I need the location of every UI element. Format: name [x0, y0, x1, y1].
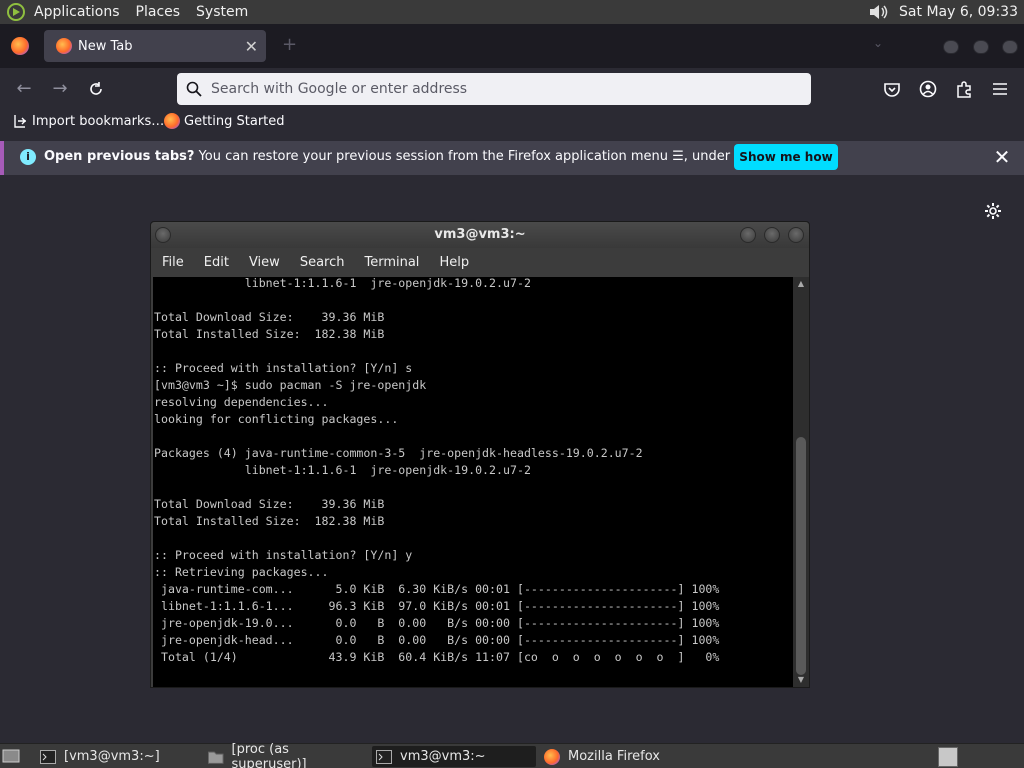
- extensions-icon[interactable]: [955, 80, 973, 98]
- terminal-scrollbar[interactable]: ▲ ▼: [793, 277, 809, 687]
- scroll-down-icon[interactable]: ▼: [796, 675, 806, 685]
- firefox-view-icon[interactable]: [11, 37, 29, 55]
- show-me-how-button[interactable]: Show me how: [734, 144, 838, 170]
- firefox-icon: [164, 113, 180, 129]
- import-bookmarks-item[interactable]: Import bookmarks…: [12, 113, 164, 129]
- hamburger-menu-icon[interactable]: [991, 80, 1009, 98]
- bookmarks-toolbar: Import bookmarks… Getting Started: [0, 110, 1024, 136]
- info-icon: i: [20, 149, 36, 165]
- distro-logo-icon[interactable]: [4, 0, 28, 24]
- terminal-window: vm3@vm3:~ File Edit View Search Terminal…: [150, 221, 810, 688]
- close-tab-icon[interactable]: ✕: [245, 37, 258, 56]
- reload-icon[interactable]: [85, 78, 107, 100]
- maximize-window-button[interactable]: [973, 40, 989, 54]
- menu-places[interactable]: Places: [130, 4, 191, 20]
- forward-arrow-icon[interactable]: →: [49, 78, 71, 100]
- menu-file[interactable]: File: [151, 255, 194, 270]
- scrollbar-thumb[interactable]: [796, 437, 806, 675]
- tab-title: New Tab: [78, 38, 133, 54]
- terminal-text: libnet-1:1.1.6-1 jre-openjdk-19.0.2.u7-2…: [154, 277, 720, 664]
- import-icon: [14, 115, 26, 128]
- menu-edit[interactable]: Edit: [194, 255, 239, 270]
- tab-new-tab[interactable]: New Tab ✕: [44, 30, 266, 62]
- clock[interactable]: Sat May 6, 09:33: [899, 4, 1018, 20]
- scroll-up-icon[interactable]: ▲: [796, 279, 806, 289]
- menu-search[interactable]: Search: [290, 255, 355, 270]
- terminal-close-button[interactable]: [788, 227, 804, 243]
- show-desktop-icon[interactable]: [2, 748, 20, 764]
- folder-icon: [208, 751, 224, 764]
- taskbar-item-terminal-2[interactable]: vm3@vm3:~: [372, 746, 536, 767]
- address-bar[interactable]: [177, 73, 811, 105]
- terminal-icon: [376, 749, 392, 764]
- menu-terminal[interactable]: Terminal: [354, 255, 429, 270]
- notification-message: Open previous tabs? You can restore your…: [44, 149, 783, 164]
- account-icon[interactable]: [919, 80, 937, 98]
- back-arrow-icon[interactable]: ←: [13, 78, 35, 100]
- firefox-icon: [56, 38, 72, 54]
- getting-started-bookmark[interactable]: Getting Started: [164, 113, 285, 129]
- terminal-icon: [40, 749, 56, 764]
- trash-icon[interactable]: [938, 747, 958, 767]
- terminal-title: vm3@vm3:~: [434, 227, 526, 242]
- menu-applications[interactable]: Applications: [28, 4, 130, 20]
- list-tabs-chevron-icon[interactable]: ⌄: [873, 36, 883, 50]
- terminal-titlebar[interactable]: vm3@vm3:~: [151, 222, 809, 248]
- search-icon: [186, 81, 202, 97]
- search-input[interactable]: [211, 81, 791, 97]
- terminal-menubar: File Edit View Search Terminal Help: [151, 248, 809, 276]
- menu-view[interactable]: View: [239, 255, 290, 270]
- terminal-maximize-button[interactable]: [764, 227, 780, 243]
- close-window-button[interactable]: [1002, 40, 1018, 54]
- taskbar-item-firefox[interactable]: Mozilla Firefox: [540, 746, 710, 767]
- taskbar-item-terminal-1[interactable]: [vm3@vm3:~]: [36, 746, 196, 767]
- close-notification-icon[interactable]: ✕: [992, 147, 1012, 167]
- firefox-icon: [544, 748, 560, 765]
- pocket-icon[interactable]: [883, 80, 901, 98]
- terminal-output[interactable]: libnet-1:1.1.6-1 jre-openjdk-19.0.2.u7-2…: [153, 277, 793, 687]
- top-panel: Applications Places System Sat May 6, 09…: [0, 0, 1024, 24]
- taskbar-item-proc[interactable]: [proc (as superuser)]: [204, 742, 364, 768]
- minimize-window-button[interactable]: [943, 40, 959, 54]
- new-tab-plus-icon[interactable]: +: [282, 34, 297, 55]
- menu-system[interactable]: System: [190, 4, 258, 20]
- menu-help[interactable]: Help: [429, 255, 479, 270]
- gear-icon[interactable]: [983, 201, 1003, 221]
- bottom-taskbar: [vm3@vm3:~] [proc (as superuser)] vm3@vm…: [0, 742, 1024, 768]
- restore-session-notification: i Open previous tabs? You can restore yo…: [0, 141, 1024, 175]
- terminal-minimize-button[interactable]: [740, 227, 756, 243]
- volume-icon[interactable]: [867, 1, 889, 23]
